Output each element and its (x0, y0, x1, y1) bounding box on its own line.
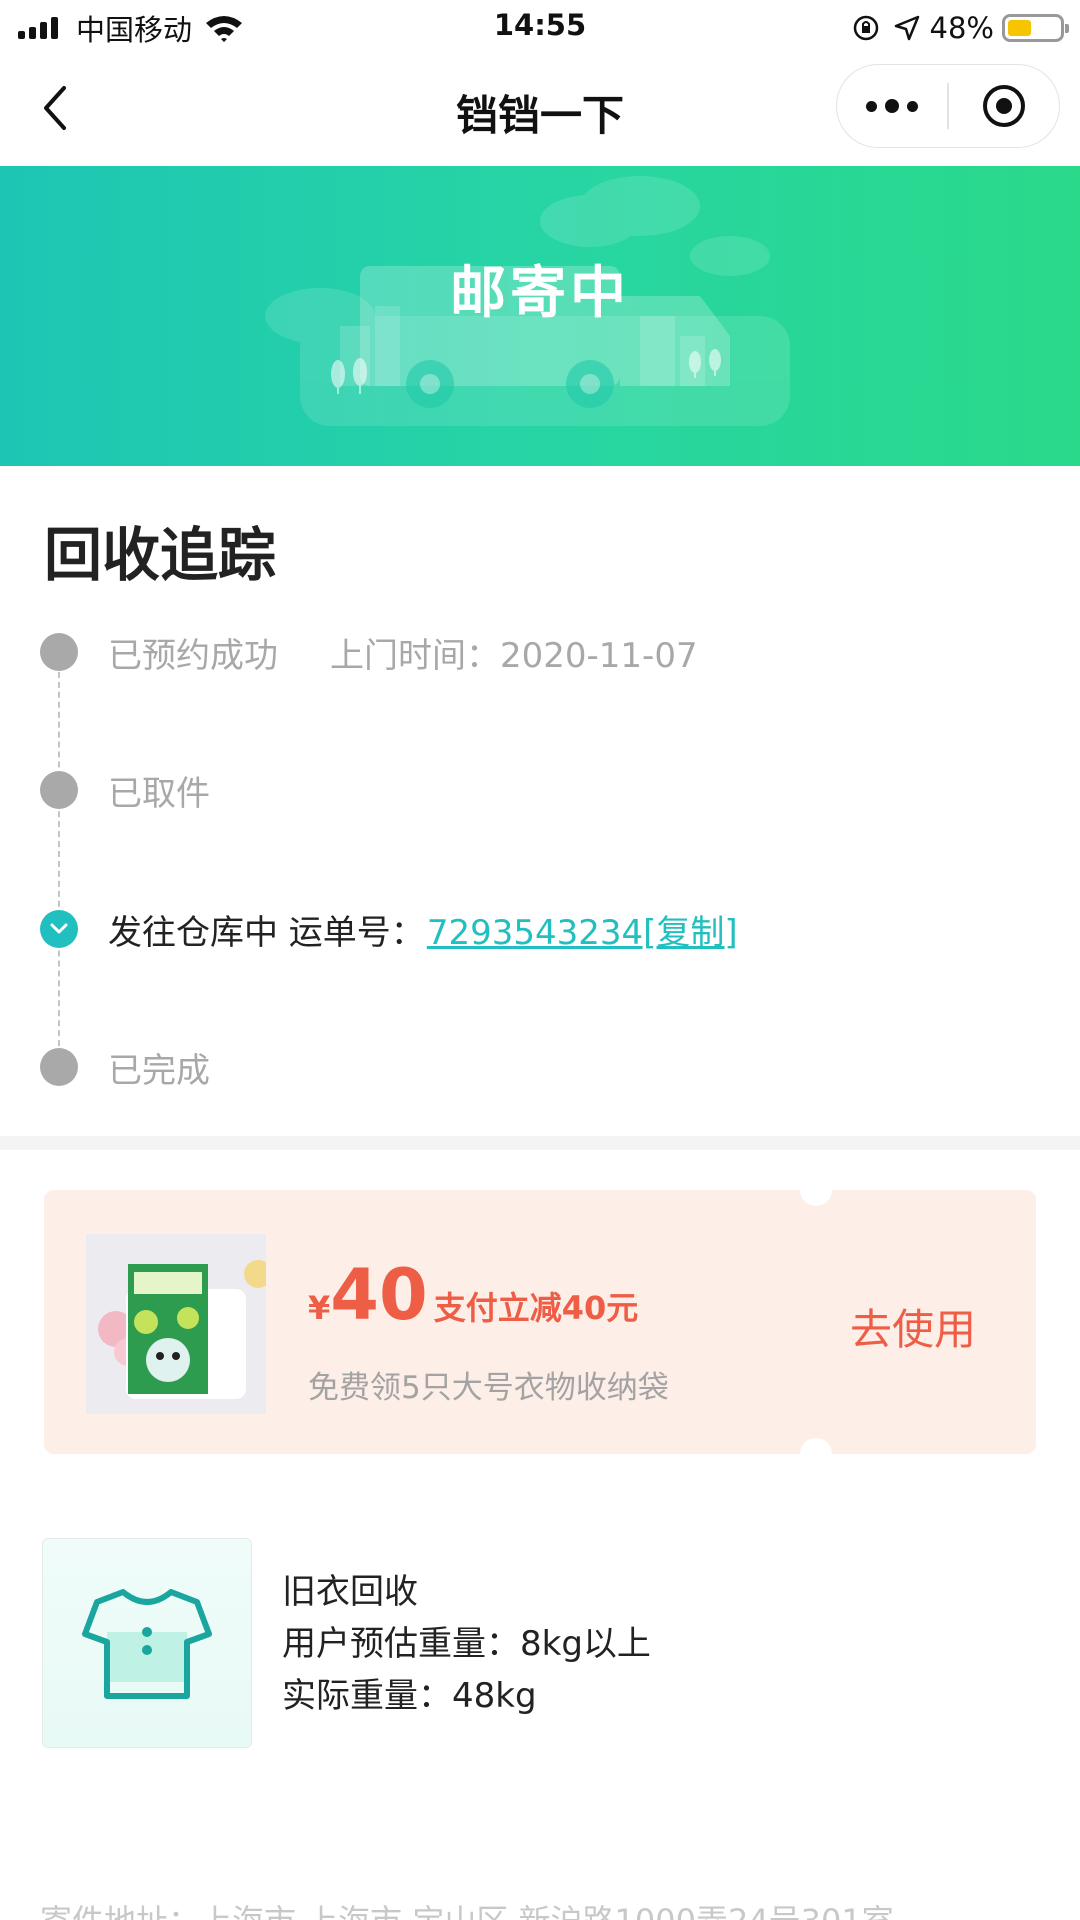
status-bar: 中国移动 14:55 48% (0, 0, 1080, 56)
item-name: 旧衣回收 (282, 1572, 418, 1612)
actual-weight: 实际重量：48kg (282, 1676, 537, 1716)
item-details: 旧衣回收 用户预估重量：8kg以上 实际重量：48kg (282, 1566, 651, 1722)
coupon-notch (800, 1174, 832, 1206)
banner-title: 邮寄中 (450, 261, 630, 326)
step-label: 已取件 (108, 773, 210, 814)
target-circle-icon (982, 85, 1025, 127)
step-booked: 已预约成功 上门时间：2020-11-07 (40, 630, 698, 676)
rotation-lock-icon (853, 15, 878, 41)
more-button[interactable] (837, 64, 947, 148)
tracking-number-copy-link[interactable]: 7293543234[复制] (427, 905, 738, 954)
coupon-card[interactable]: ¥ 40 支付立减40元 免费领5只大号衣物收纳袋 去使用 (44, 1174, 1036, 1470)
step-label: 已预约成功 (108, 635, 278, 676)
battery-icon (1002, 14, 1069, 42)
coupon-amount: 40 (330, 1254, 428, 1336)
status-banner: 邮寄中 (0, 166, 1080, 466)
coupon-currency: ¥ (308, 1289, 331, 1327)
nav-bar: 铛铛一下 (0, 56, 1080, 166)
tshirt-icon (42, 1538, 252, 1748)
step-dot (40, 771, 78, 809)
close-button[interactable] (949, 64, 1059, 148)
use-coupon-button[interactable]: 去使用 (850, 1296, 976, 1357)
step-dot (40, 1048, 78, 1086)
storage-bag-product-image (86, 1234, 266, 1414)
step-label: 发往仓库中 运单号： (108, 912, 425, 953)
check-circle-icon (40, 910, 78, 948)
coupon-price: ¥ 40 支付立减40元 (308, 1254, 638, 1336)
estimated-weight: 用户预估重量：8kg以上 (282, 1624, 651, 1664)
step-picked-up: 已取件 (40, 768, 210, 814)
battery-percent: 48% (929, 11, 994, 45)
coupon-subtitle: 免费领5只大号衣物收纳袋 (308, 1370, 669, 1406)
step-shipping: 发往仓库中 运单号： 7293543234[复制] (40, 905, 738, 954)
mini-program-capsule (836, 64, 1060, 148)
timeline-line (58, 652, 60, 1066)
step-label: 已完成 (108, 1050, 210, 1091)
step-dot (40, 633, 78, 671)
sender-address: 寄件地址：上海市 上海市 宝山区 新沪路1000弄24号301室 (40, 1896, 1040, 1920)
location-arrow-icon (894, 15, 919, 41)
tracking-title: 回收追踪 (44, 521, 277, 589)
pickup-time: 上门时间：2020-11-07 (330, 635, 698, 676)
section-divider (0, 1136, 1080, 1150)
coupon-description: 支付立减40元 (433, 1289, 639, 1327)
step-completed: 已完成 (40, 1045, 210, 1091)
more-dots-icon (862, 99, 922, 113)
coupon-notch (800, 1438, 832, 1470)
